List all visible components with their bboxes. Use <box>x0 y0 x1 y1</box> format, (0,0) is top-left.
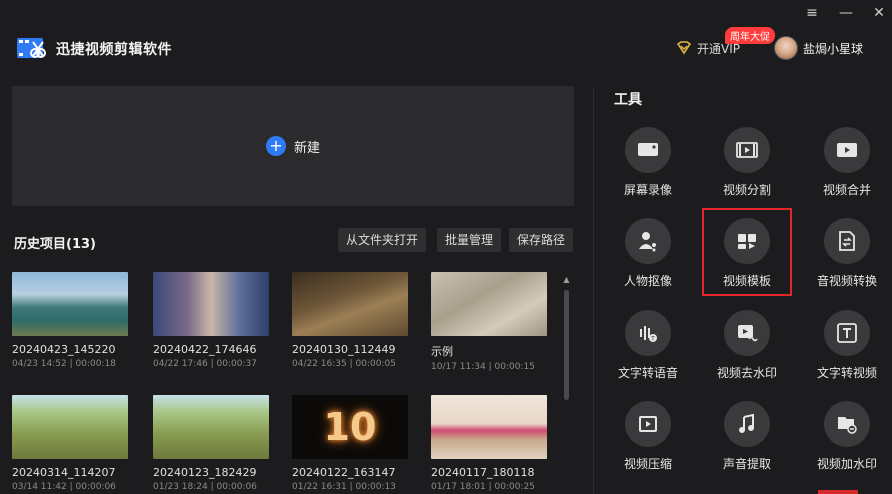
tool-label: 视频压缩 <box>623 457 672 471</box>
project-meta: 10/17 11:34 | 00:00:15 <box>431 362 535 372</box>
project-card[interactable]: 10 20240122_163147 01/22 16:31 | 00:00:1… <box>292 395 410 492</box>
av-convert-icon <box>824 218 870 264</box>
tool-label: 人物抠像 <box>623 274 672 288</box>
video-merge-icon <box>824 127 870 173</box>
thumbnail-number: 10 <box>323 405 377 449</box>
project-card[interactable]: 20240130_112449 04/22 16:35 | 00:00:05 <box>292 272 410 369</box>
project-thumbnail[interactable] <box>431 272 547 336</box>
tool-label: 视频分割 <box>722 183 771 197</box>
tool-label: 视频去水印 <box>716 366 777 380</box>
project-meta: 03/14 11:42 | 00:00:06 <box>12 482 116 492</box>
tool-add-watermark[interactable]: 视频加水印 <box>802 401 892 472</box>
tool-text-to-video[interactable]: 文字转视频 <box>802 310 892 381</box>
project-meta: 04/22 16:35 | 00:00:05 <box>292 359 396 369</box>
tool-label: 视频合并 <box>822 183 871 197</box>
tool-remove-watermark[interactable]: 视频去水印 <box>702 310 792 381</box>
audio-extract-icon <box>724 401 770 447</box>
tool-label: 声音提取 <box>722 457 771 471</box>
new-project-label: 新建 <box>293 140 320 156</box>
project-card[interactable]: 20240123_182429 01/23 18:24 | 00:00:06 <box>153 395 271 492</box>
scroll-thumb[interactable] <box>564 290 569 400</box>
project-meta: 01/23 18:24 | 00:00:06 <box>153 482 257 492</box>
video-split-icon <box>724 127 770 173</box>
close-icon[interactable]: ✕ <box>869 4 889 22</box>
username[interactable]: 盐焗小星球 <box>803 40 863 57</box>
minimize-icon[interactable]: — <box>836 4 856 22</box>
project-card[interactable]: 20240423_145220 04/23 14:52 | 00:00:18 <box>12 272 130 369</box>
project-name: 示例 <box>431 345 453 358</box>
save-path-button[interactable]: 保存路径 <box>509 228 574 252</box>
promo-badge: 周年大促 <box>725 27 775 44</box>
tool-av-convert[interactable]: 音视频转换 <box>802 218 892 289</box>
title-bar: 迅捷视频剪辑软件 ≡ — ✕ 开通VIP 周年大促 盐焗小星球 <box>0 0 892 80</box>
project-card[interactable]: 示例 10/17 11:34 | 00:00:15 <box>431 272 549 372</box>
project-thumbnail[interactable]: 10 <box>292 395 408 459</box>
project-meta: 04/23 14:52 | 00:00:18 <box>12 359 116 369</box>
new-project-button[interactable]: + 新建 <box>265 136 320 156</box>
app-title: 迅捷视频剪辑软件 <box>56 42 172 58</box>
video-compress-icon <box>625 401 671 447</box>
tool-audio-extract[interactable]: 声音提取 <box>702 401 792 472</box>
highlight-box <box>702 208 792 296</box>
red-strip <box>818 490 858 494</box>
tool-video-merge[interactable]: 视频合并 <box>802 127 892 198</box>
project-name: 20240422_174646 <box>153 343 257 356</box>
menu-icon[interactable]: ≡ <box>802 4 822 22</box>
tools-title: 工具 <box>614 92 642 108</box>
tool-screen-record[interactable]: 屏幕录像 <box>603 127 693 198</box>
project-meta: 01/22 16:31 | 00:00:13 <box>292 482 396 492</box>
tool-video-compress[interactable]: 视频压缩 <box>603 401 693 472</box>
avatar[interactable] <box>774 36 798 60</box>
tool-text-to-speech[interactable]: T 文字转语音 <box>603 310 693 381</box>
project-card[interactable]: 20240314_114207 03/14 11:42 | 00:00:06 <box>12 395 130 492</box>
project-thumbnail[interactable] <box>153 395 269 459</box>
person-cutout-icon <box>625 218 671 264</box>
app-logo-icon <box>17 38 46 58</box>
project-thumbnail[interactable] <box>153 272 269 336</box>
tool-label: 文字转视频 <box>816 366 877 380</box>
project-name: 20240423_145220 <box>12 343 116 356</box>
history-grid: 20240423_145220 04/23 14:52 | 00:00:18 2… <box>12 272 560 494</box>
project-name: 20240314_114207 <box>12 466 116 479</box>
project-meta: 04/22 17:46 | 00:00:37 <box>153 359 257 369</box>
remove-watermark-icon <box>724 310 770 356</box>
project-thumbnail[interactable] <box>431 395 547 459</box>
new-project-area[interactable]: + 新建 <box>12 86 574 206</box>
text-to-speech-icon: T <box>625 310 671 356</box>
batch-manage-button[interactable]: 批量管理 <box>437 228 502 252</box>
project-name: 20240123_182429 <box>153 466 257 479</box>
project-card[interactable]: 20240117_180118 01/17 18:01 | 00:00:25 <box>431 395 549 492</box>
open-from-folder-button[interactable]: 从文件夹打开 <box>338 228 427 252</box>
screen-record-icon <box>625 127 671 173</box>
project-meta: 01/17 18:01 | 00:00:25 <box>431 482 535 492</box>
scroll-up-arrow-icon[interactable]: ▲ <box>563 276 570 284</box>
tool-label: 文字转语音 <box>617 366 678 380</box>
history-scrollbar[interactable]: ▲ <box>563 276 570 494</box>
vip-diamond-icon <box>676 41 692 55</box>
tool-label: 音视频转换 <box>816 274 877 288</box>
tool-label: 屏幕录像 <box>623 183 672 197</box>
plus-icon: + <box>265 136 286 156</box>
project-name: 20240130_112449 <box>292 343 396 356</box>
tool-video-split[interactable]: 视频分割 <box>702 127 792 198</box>
project-thumbnail[interactable] <box>12 395 128 459</box>
history-title: 历史项目(13) <box>14 237 96 252</box>
project-name: 20240122_163147 <box>292 466 396 479</box>
svg-text:T: T <box>650 336 655 343</box>
panel-divider <box>593 86 594 494</box>
project-thumbnail[interactable] <box>292 272 408 336</box>
tool-person-cutout[interactable]: 人物抠像 <box>603 218 693 289</box>
tool-label: 视频加水印 <box>816 457 877 471</box>
add-watermark-icon <box>824 401 870 447</box>
project-name: 20240117_180118 <box>431 466 535 479</box>
text-to-video-icon <box>824 310 870 356</box>
project-card[interactable]: 20240422_174646 04/22 17:46 | 00:00:37 <box>153 272 271 369</box>
project-thumbnail[interactable] <box>12 272 128 336</box>
